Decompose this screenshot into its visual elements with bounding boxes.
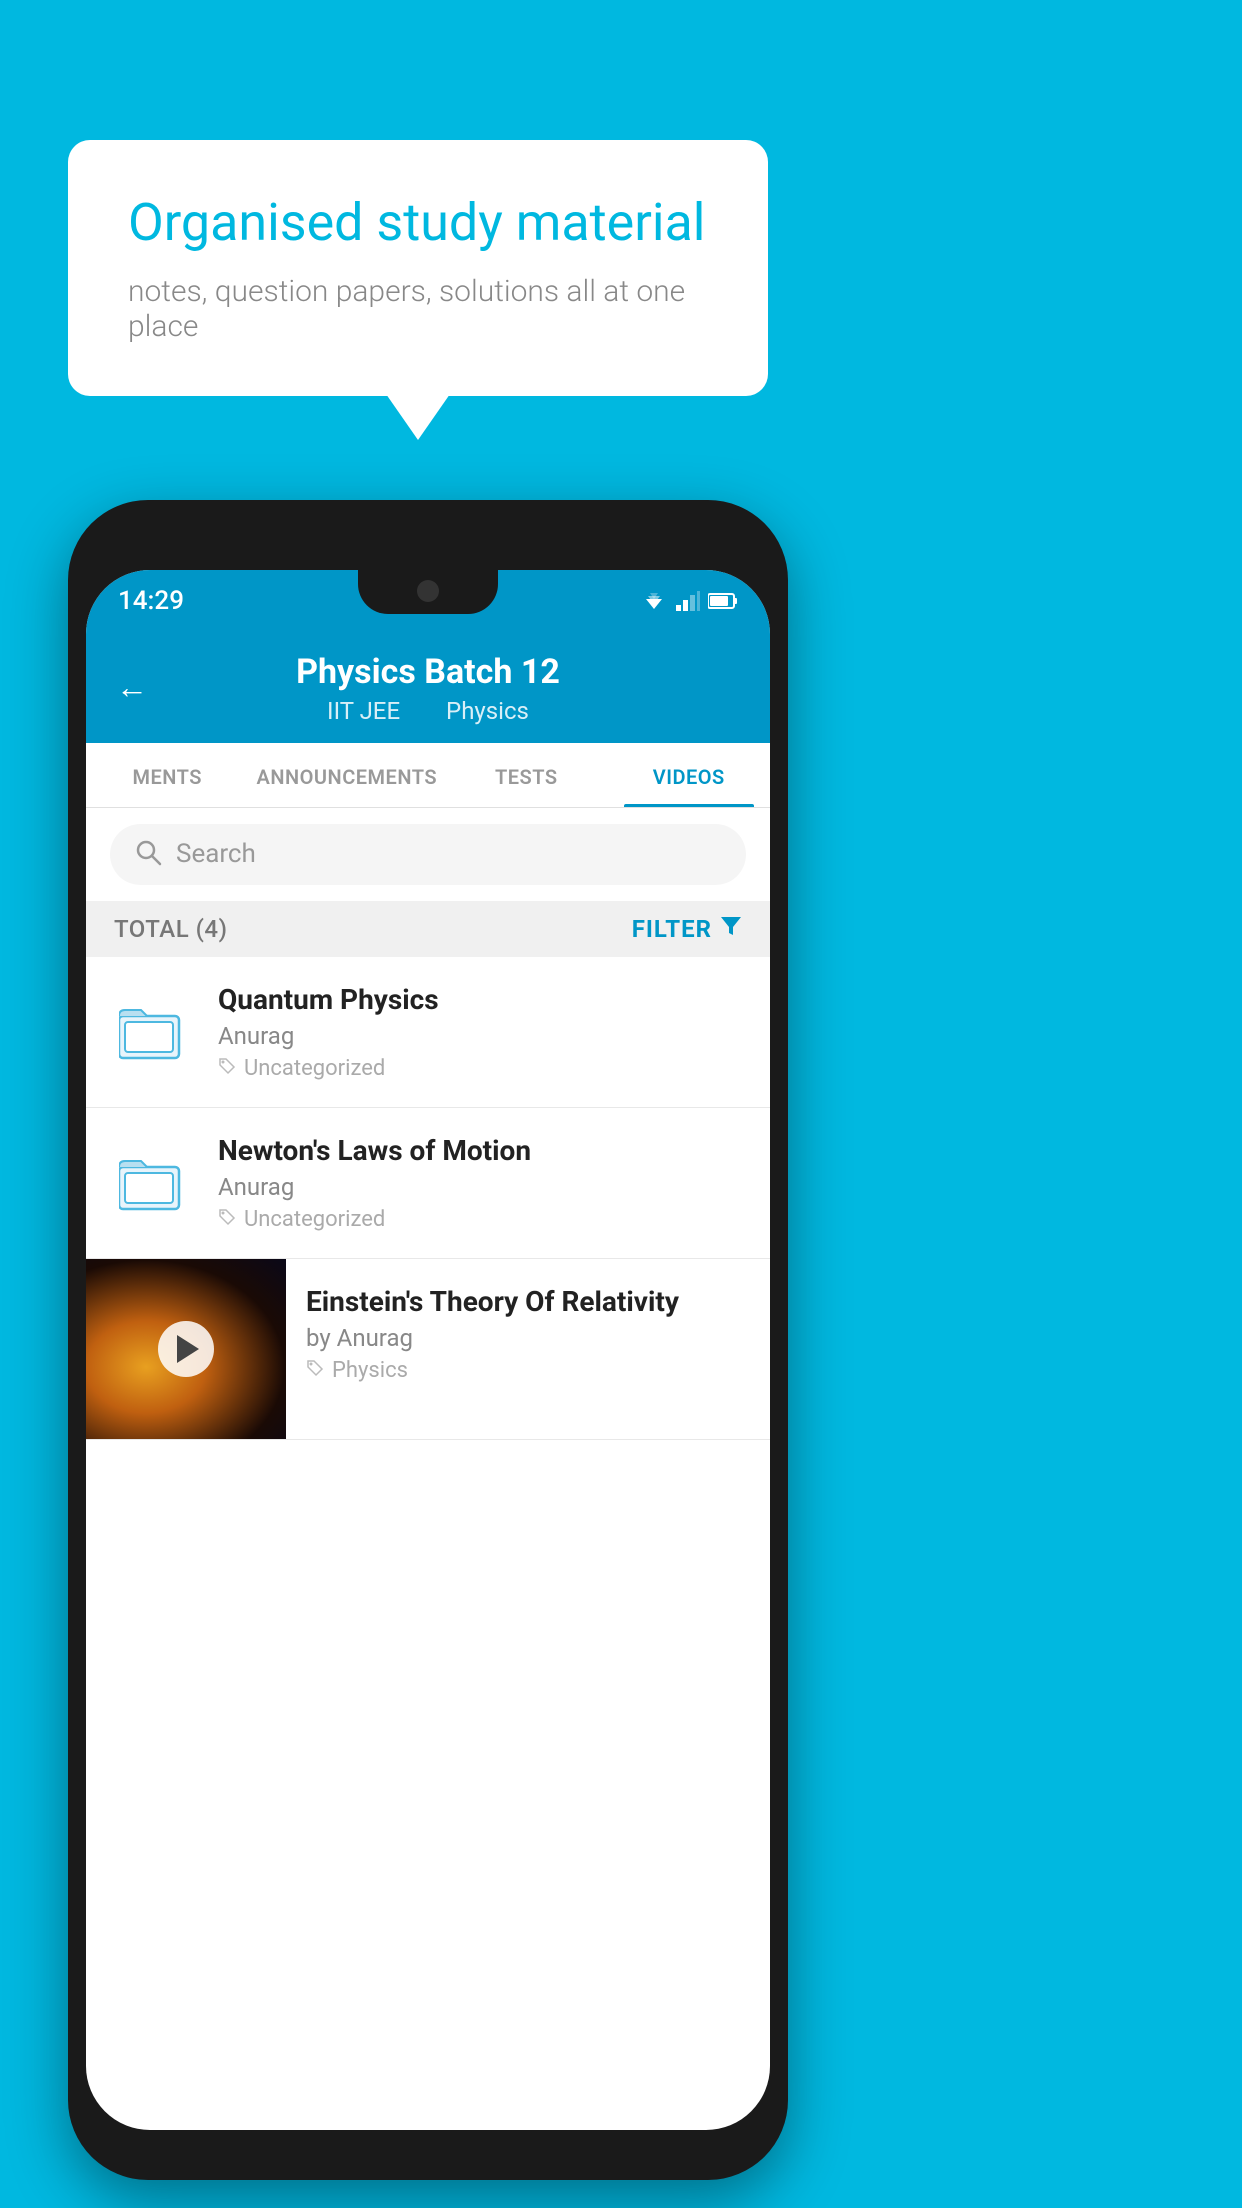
video-title: Quantum Physics xyxy=(218,983,742,1016)
video-author: Anurag xyxy=(218,1022,742,1050)
app-header: ← Physics Batch 12 IIT JEE Physics xyxy=(86,632,770,743)
subtitle-iit: IIT JEE xyxy=(327,697,400,725)
tag-icon xyxy=(218,1207,236,1232)
folder-icon xyxy=(119,1002,189,1062)
tab-videos[interactable]: VIDEOS xyxy=(608,743,770,807)
phone-notch xyxy=(358,570,498,614)
play-triangle-icon xyxy=(177,1335,199,1363)
front-camera xyxy=(417,580,439,602)
list-item[interactable]: Newton's Laws of Motion Anurag Uncategor… xyxy=(86,1108,770,1259)
video-thumbnail xyxy=(86,1259,286,1439)
speech-bubble-subtitle: notes, question papers, solutions all at… xyxy=(128,274,708,344)
filter-funnel-icon xyxy=(720,915,742,943)
speech-bubble-title: Organised study material xyxy=(128,192,708,254)
tab-announcements[interactable]: ANNOUNCEMENTS xyxy=(248,743,445,807)
tabs-bar: MENTS ANNOUNCEMENTS TESTS VIDEOS xyxy=(86,743,770,808)
filter-button[interactable]: FILTER xyxy=(632,915,742,943)
speech-bubble-container: Organised study material notes, question… xyxy=(68,140,768,396)
video-title: Newton's Laws of Motion xyxy=(218,1134,742,1167)
status-icons xyxy=(640,591,738,611)
search-input-wrapper[interactable]: Search xyxy=(110,824,746,885)
video-info: Quantum Physics Anurag Uncategorized xyxy=(218,983,742,1081)
filter-bar: TOTAL (4) FILTER xyxy=(86,901,770,957)
folder-icon xyxy=(119,1153,189,1213)
list-item[interactable]: Quantum Physics Anurag Uncategorized xyxy=(86,957,770,1108)
phone-wrapper: 14:29 xyxy=(68,500,788,2180)
status-time: 14:29 xyxy=(118,586,184,616)
search-icon xyxy=(134,838,162,871)
folder-icon-wrap xyxy=(114,1143,194,1223)
tab-ments[interactable]: MENTS xyxy=(86,743,248,807)
header-subtitle: IIT JEE Physics xyxy=(118,697,738,725)
phone-outer: 14:29 xyxy=(68,500,788,2180)
folder-icon-wrap xyxy=(114,992,194,1072)
play-button[interactable] xyxy=(158,1321,214,1377)
tab-tests[interactable]: TESTS xyxy=(445,743,607,807)
battery-icon xyxy=(708,592,738,610)
total-count: TOTAL (4) xyxy=(114,915,227,943)
video-tag: Physics xyxy=(306,1358,750,1383)
search-container: Search xyxy=(86,808,770,901)
search-placeholder: Search xyxy=(176,839,256,869)
back-button[interactable]: ← xyxy=(116,668,148,706)
signal-icon xyxy=(676,591,700,611)
video-author: Anurag xyxy=(218,1173,742,1201)
tag-label: Uncategorized xyxy=(244,1207,385,1232)
tag-icon xyxy=(306,1358,324,1383)
speech-bubble: Organised study material notes, question… xyxy=(68,140,768,396)
video-author: by Anurag xyxy=(306,1324,750,1352)
filter-label: FILTER xyxy=(632,915,712,943)
tag-label: Physics xyxy=(332,1358,408,1383)
video-list: Quantum Physics Anurag Uncategorized xyxy=(86,957,770,1440)
video-title: Einstein's Theory Of Relativity xyxy=(306,1285,750,1318)
phone-screen: 14:29 xyxy=(86,570,770,2130)
video-tag: Uncategorized xyxy=(218,1207,742,1232)
tag-icon xyxy=(218,1056,236,1081)
list-item[interactable]: Einstein's Theory Of Relativity by Anura… xyxy=(86,1259,770,1440)
subtitle-physics: Physics xyxy=(446,697,529,725)
page-title: Physics Batch 12 xyxy=(118,652,738,693)
video-info: Einstein's Theory Of Relativity by Anura… xyxy=(286,1259,770,1403)
tag-label: Uncategorized xyxy=(244,1056,385,1081)
video-tag: Uncategorized xyxy=(218,1056,742,1081)
video-info: Newton's Laws of Motion Anurag Uncategor… xyxy=(218,1134,742,1232)
wifi-icon xyxy=(640,591,668,611)
